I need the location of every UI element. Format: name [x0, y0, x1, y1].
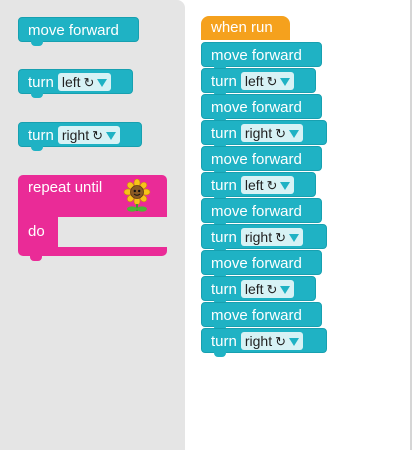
direction-dropdown[interactable]: right ↻ [240, 332, 303, 351]
rotate-icon: ↻ [92, 128, 103, 144]
direction-value: right [244, 333, 273, 350]
block-label: move forward [211, 307, 302, 324]
direction-value: left [244, 281, 264, 298]
sunflower-icon [123, 179, 151, 212]
move-forward-label: move forward [28, 22, 119, 39]
do-label: do [28, 223, 45, 240]
rotate-icon: ↻ [266, 282, 278, 298]
program-block-turn[interactable]: turn right ↻ [201, 224, 327, 253]
block-label: move forward [211, 99, 302, 116]
toolbox-move-forward-block[interactable]: move forward [18, 17, 139, 46]
rotate-icon: ↻ [266, 178, 278, 194]
dropdown-arrow-icon [280, 182, 291, 191]
program-block-turn[interactable]: turn left ↻ [201, 172, 316, 201]
dropdown-arrow-icon [106, 132, 116, 141]
when-run-label: when run [211, 19, 273, 36]
direction-value: right [244, 229, 273, 246]
block-label: turn [211, 125, 237, 142]
direction-dropdown[interactable]: left ↻ [240, 280, 295, 299]
direction-dropdown[interactable]: right ↻ [240, 124, 303, 143]
turn-label: turn [28, 74, 54, 91]
block-label: move forward [211, 203, 302, 220]
rotate-icon: ↻ [275, 126, 286, 142]
program-block-turn[interactable]: turn right ↻ [201, 328, 327, 357]
toolbox-panel: move forward turn left ↻ turn right ↻ repeat… [0, 0, 185, 450]
block-label: turn [211, 229, 237, 246]
rotate-icon: ↻ [275, 334, 286, 350]
rotate-icon: ↻ [275, 230, 286, 246]
repeat-block-footer [18, 247, 167, 261]
program-block-move-forward[interactable]: move forward [201, 198, 322, 227]
block-label: turn [211, 177, 237, 194]
repeat-block-header[interactable]: repeat until [18, 175, 167, 217]
direction-value: left [244, 73, 264, 90]
dropdown-arrow-icon [280, 286, 291, 295]
direction-value: left [61, 74, 81, 91]
program-block-turn[interactable]: turn left ↻ [201, 68, 316, 97]
direction-dropdown[interactable]: left ↻ [240, 176, 295, 195]
direction-dropdown[interactable]: left ↻ [57, 73, 112, 92]
dropdown-arrow-icon [289, 234, 299, 243]
dropdown-arrow-icon [97, 79, 108, 88]
turn-label: turn [28, 127, 54, 144]
direction-value: right [61, 127, 90, 144]
repeat-block-arm: do [18, 217, 58, 247]
program-block-move-forward[interactable]: move forward [201, 42, 322, 71]
toolbox-turn-left-block[interactable]: turn left ↻ [18, 69, 133, 98]
program-block-move-forward[interactable]: move forward [201, 250, 322, 279]
block-label: turn [211, 281, 237, 298]
block-label: move forward [211, 255, 302, 272]
block-label: move forward [211, 47, 302, 64]
repeat-until-label: repeat until [28, 179, 103, 196]
program-block-move-forward[interactable]: move forward [201, 94, 322, 123]
dropdown-arrow-icon [289, 130, 299, 139]
direction-dropdown[interactable]: right ↻ [240, 228, 303, 247]
program-block-move-forward[interactable]: move forward [201, 146, 322, 175]
rotate-icon: ↻ [266, 74, 278, 90]
toolbox-turn-right-block[interactable]: turn right ↻ [18, 122, 142, 151]
program-block-turn[interactable]: turn left ↻ [201, 276, 316, 305]
program-block-turn[interactable]: turn right ↻ [201, 120, 327, 149]
rotate-icon: ↻ [83, 75, 95, 91]
direction-dropdown[interactable]: right ↻ [57, 126, 120, 145]
dropdown-arrow-icon [289, 338, 299, 347]
when-run-hat-block[interactable]: when run [201, 16, 290, 40]
dropdown-arrow-icon [280, 78, 291, 87]
program-block-move-forward[interactable]: move forward [201, 302, 322, 331]
direction-value: left [244, 177, 264, 194]
direction-dropdown[interactable]: left ↻ [240, 72, 295, 91]
block-label: turn [211, 73, 237, 90]
block-label: turn [211, 333, 237, 350]
direction-value: right [244, 125, 273, 142]
block-label: move forward [211, 151, 302, 168]
